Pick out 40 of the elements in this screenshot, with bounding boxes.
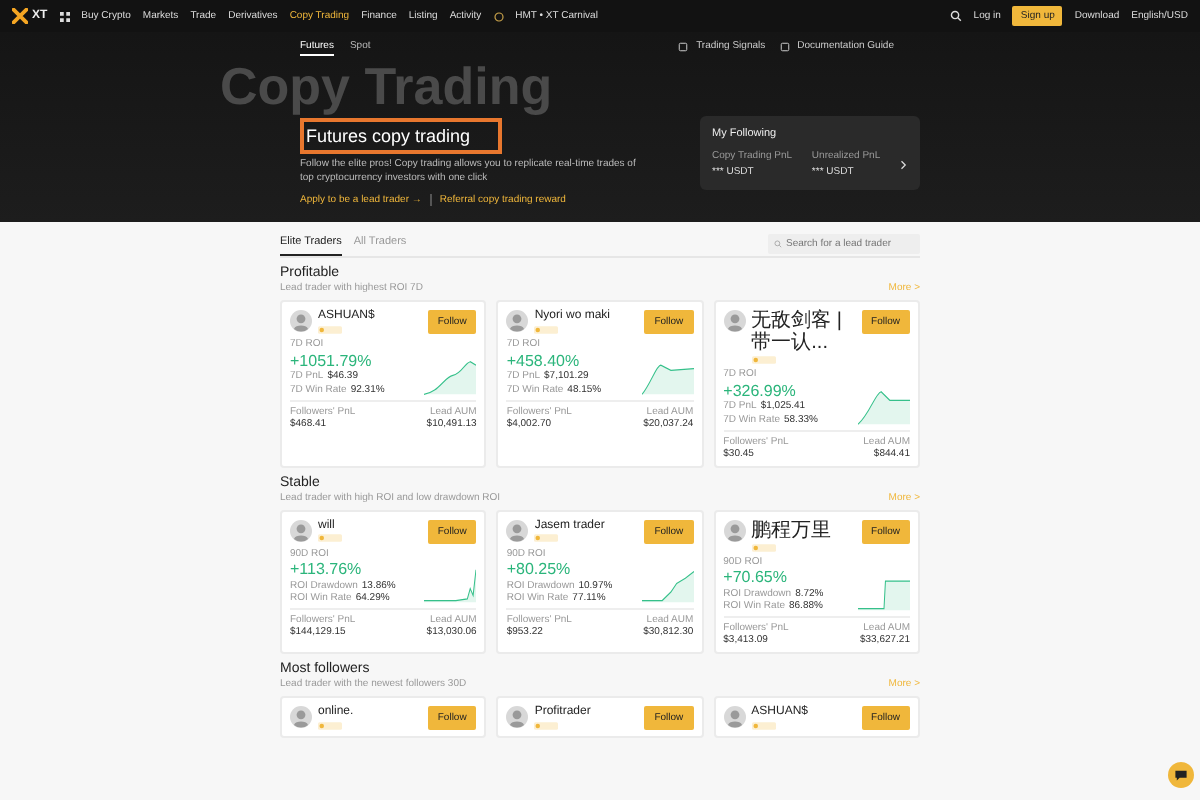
avatar-icon bbox=[290, 310, 312, 332]
avatar-icon bbox=[723, 310, 746, 332]
chat-icon bbox=[1174, 768, 1188, 782]
trader-name: 无敌剑客 | 带一认... bbox=[751, 310, 845, 354]
badge-icon bbox=[751, 356, 776, 364]
avatar-icon bbox=[723, 519, 746, 541]
badge-icon bbox=[318, 534, 342, 543]
avatar-icon bbox=[506, 706, 529, 728]
badge-icon bbox=[318, 325, 342, 334]
roi-value: +1051.79% bbox=[290, 351, 374, 369]
avatar-icon bbox=[723, 706, 746, 728]
avatar-icon bbox=[290, 519, 312, 541]
trader-name: 鹏程万里 bbox=[751, 519, 834, 541]
coin-icon bbox=[493, 11, 504, 21]
badge-icon bbox=[534, 721, 559, 730]
roi-value: +326.99% bbox=[723, 381, 798, 399]
page-title: Futures copy trading bbox=[300, 118, 503, 154]
sparkline-chart bbox=[858, 576, 910, 612]
badge-icon bbox=[318, 721, 342, 730]
sparkline-chart bbox=[641, 568, 694, 604]
avatar-icon bbox=[290, 706, 312, 728]
chat-button[interactable] bbox=[1168, 762, 1194, 788]
badge-icon bbox=[751, 543, 776, 551]
roi-value: +70.65% bbox=[723, 568, 789, 586]
sparkline-chart bbox=[424, 359, 477, 395]
chevron-icon[interactable] bbox=[900, 159, 908, 169]
roi-value: +113.76% bbox=[290, 560, 364, 578]
badge-icon bbox=[534, 534, 559, 543]
roi-value: +458.40% bbox=[506, 351, 582, 369]
badge-icon bbox=[534, 325, 559, 334]
roi-value: +80.25% bbox=[506, 560, 573, 578]
search-icon bbox=[774, 239, 782, 247]
search-icon[interactable] bbox=[949, 10, 962, 22]
sparkline-chart bbox=[424, 568, 477, 604]
apps-grid-icon[interactable] bbox=[59, 11, 70, 21]
badge-icon bbox=[751, 721, 776, 730]
sparkline-chart bbox=[858, 389, 910, 425]
avatar-icon bbox=[506, 310, 529, 332]
sparkline-chart bbox=[641, 359, 694, 395]
avatar-icon bbox=[506, 519, 529, 541]
